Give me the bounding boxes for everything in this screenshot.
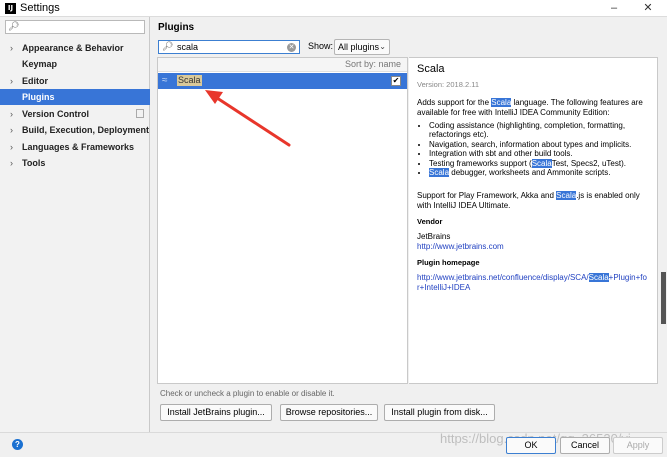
page-title: Plugins	[158, 22, 195, 33]
sidebar-item-plugins[interactable]: Plugins	[0, 89, 150, 105]
sidebar-item-editor[interactable]: › Editor	[0, 73, 150, 89]
sidebar-item-languages-frameworks[interactable]: › Languages & Frameworks	[0, 139, 150, 155]
plugin-list: Sort by: name ≈ Scala ✔	[157, 57, 408, 384]
sidebar-item-label: Editor	[22, 76, 48, 86]
sort-bar: Sort by: name	[158, 58, 407, 72]
cancel-button[interactable]: Cancel	[560, 437, 610, 454]
sidebar-item-label: Languages & Frameworks	[22, 142, 135, 152]
chevron-right-icon: ›	[10, 125, 13, 135]
sidebar-item-label: Version Control	[22, 109, 90, 119]
text: Support for Play Framework, Akka and	[417, 191, 557, 201]
plugin-icon: ≈	[162, 75, 168, 86]
homepage-heading: Plugin homepage	[417, 258, 480, 268]
text: Adds support for the	[417, 98, 492, 107]
plugin-name: Scala	[177, 75, 202, 86]
sidebar-item-label: Build, Execution, Deployment	[22, 125, 150, 135]
vendor-link[interactable]: http://www.jetbrains.com	[417, 242, 649, 252]
plugin-description: Adds support for the Scala language. The…	[417, 98, 649, 118]
text: Navigation, search, information about ty…	[429, 139, 632, 149]
show-filter-label: Show:	[308, 41, 334, 51]
homepage-link[interactable]: http://www.jetbrains.net/confluence/disp…	[417, 273, 649, 293]
chevron-right-icon: ›	[10, 43, 13, 53]
close-button[interactable]: ✕	[634, 0, 662, 17]
feature-item: Integration with sbt and other build too…	[429, 149, 649, 158]
show-filter-value: All plugins	[338, 42, 380, 52]
sidebar-item-label: Plugins	[22, 92, 55, 102]
vendor-name: JetBrains	[417, 232, 451, 242]
feature-item: Coding assistance (highlighting, complet…	[429, 121, 649, 140]
text: Coding assistance (highlighting, complet…	[429, 121, 626, 140]
search-icon: 🔎︎	[162, 41, 174, 51]
text: Testing frameworks support (	[429, 158, 532, 168]
search-highlight: Scala	[556, 191, 577, 201]
project-settings-icon	[136, 109, 144, 118]
clear-search-icon[interactable]: ✕	[287, 43, 296, 52]
show-filter-dropdown[interactable]: All plugins ⌄	[334, 39, 390, 55]
window-edge	[659, 57, 667, 384]
plugin-enabled-checkbox[interactable]: ✔	[391, 76, 401, 86]
plugin-hint-text: Check or uncheck a plugin to enable or d…	[160, 389, 335, 398]
ultimate-note: Support for Play Framework, Akka and Sca…	[417, 191, 649, 211]
plugin-detail-panel: Scala Version: 2018.2.11 Adds support fo…	[409, 57, 658, 384]
minimize-button[interactable]: –	[600, 0, 628, 17]
sidebar-item-label: Appearance & Behavior	[22, 43, 124, 53]
install-from-disk-button[interactable]: Install plugin from disk...	[384, 404, 495, 421]
sidebar-item-version-control[interactable]: › Version Control	[0, 106, 150, 122]
sidebar-item-appearance-behavior[interactable]: › Appearance & Behavior	[0, 40, 150, 56]
search-highlight: Scala	[531, 158, 552, 168]
text: debugger, worksheets and Ammonite script…	[449, 168, 611, 178]
feature-item: Navigation, search, information about ty…	[429, 140, 649, 149]
chevron-right-icon: ›	[10, 158, 13, 168]
vendor-heading: Vendor	[417, 217, 443, 227]
sort-by-dropdown[interactable]: Sort by: name	[345, 59, 401, 69]
sidebar-item-build-execution-deployment[interactable]: › Build, Execution, Deployment	[0, 122, 150, 138]
plugin-version: Version: 2018.2.11	[417, 80, 479, 89]
sidebar-item-tools[interactable]: › Tools	[0, 155, 150, 171]
sidebar-item-label: Keymap	[22, 59, 58, 69]
search-icon: 🔎︎	[8, 21, 20, 31]
ok-button[interactable]: OK	[506, 437, 556, 454]
feature-list: Coding assistance (highlighting, complet…	[429, 121, 649, 178]
search-highlight: Scala	[429, 168, 450, 178]
intellij-app-icon: IJ	[5, 3, 16, 14]
resize-handle[interactable]	[661, 272, 666, 324]
apply-button[interactable]: Apply	[613, 437, 663, 454]
chevron-down-icon: ⌄	[379, 42, 386, 51]
sidebar-item-label: Tools	[22, 158, 46, 168]
search-highlight: Scala	[491, 98, 512, 107]
text: Test, Specs2, uTest).	[551, 158, 626, 168]
plugin-list-item-scala[interactable]: ≈ Scala ✔	[158, 73, 407, 89]
plugin-detail-title: Scala	[417, 63, 445, 75]
text: Integration with sbt and other build too…	[429, 149, 573, 159]
plugin-search-input[interactable]: 🔎︎ scala ✕	[158, 40, 300, 54]
browse-repositories-button[interactable]: Browse repositories...	[280, 404, 378, 421]
text: http://www.jetbrains.net/confluence/disp…	[417, 273, 589, 283]
search-highlight: Scala	[588, 273, 609, 283]
help-icon[interactable]: ?	[12, 439, 23, 450]
feature-item: Scala debugger, worksheets and Ammonite …	[429, 168, 649, 178]
settings-search-input[interactable]: 🔎︎	[5, 20, 145, 34]
chevron-right-icon: ›	[10, 76, 13, 86]
sidebar-item-keymap[interactable]: Keymap	[0, 56, 150, 72]
settings-sidebar: 🔎︎ › Appearance & Behavior Keymap › Edit…	[0, 17, 150, 432]
chevron-right-icon: ›	[10, 142, 13, 152]
install-jetbrains-plugin-button[interactable]: Install JetBrains plugin...	[160, 404, 272, 421]
window-title: Settings	[20, 2, 60, 14]
feature-item: Testing frameworks support (ScalaTest, S…	[429, 158, 649, 168]
chevron-right-icon: ›	[10, 109, 13, 119]
title-bar: IJ Settings – ✕	[0, 0, 667, 17]
plugin-search-value: scala	[177, 42, 199, 52]
